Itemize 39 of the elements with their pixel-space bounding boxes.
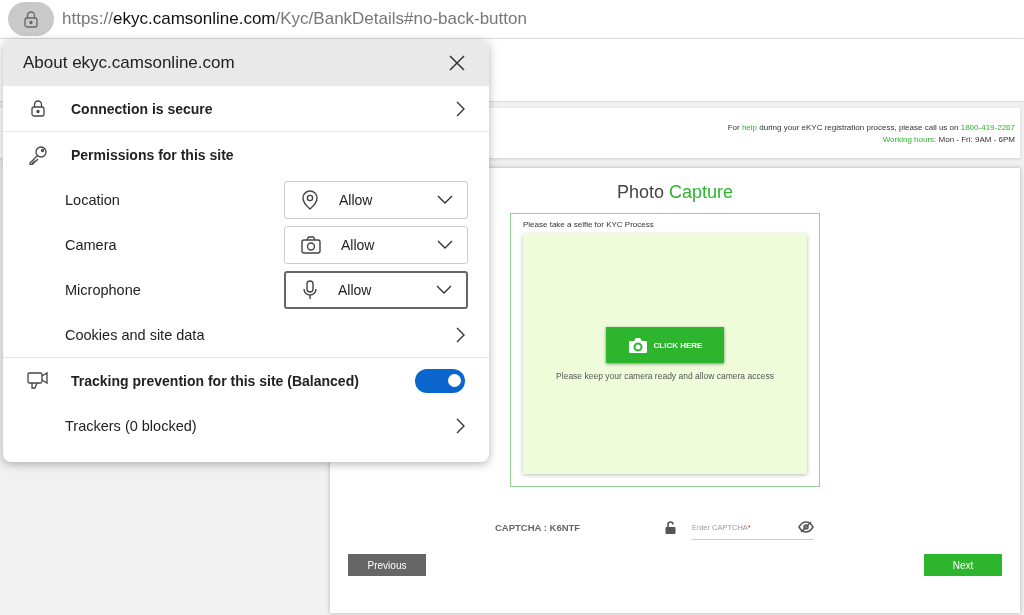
tracking-label: Tracking prevention for this site (Balanced) — [71, 372, 359, 389]
permission-label: Camera — [65, 236, 117, 253]
tracking-icon — [27, 370, 49, 391]
page-title: Photo Capture — [616, 182, 734, 203]
tracking-toggle[interactable] — [415, 368, 465, 393]
permission-dropdown[interactable]: Allow — [284, 180, 468, 219]
chevron-right-icon — [456, 326, 465, 343]
address-field[interactable]: https://ekyc.camsonline.com/Kyc/BankDetails#no-back-button — [62, 9, 527, 29]
trackers-row[interactable]: Trackers (0 blocked) — [3, 403, 489, 448]
location-pin-icon — [301, 189, 319, 210]
chevron-right-icon — [456, 100, 465, 117]
connection-row[interactable]: Connection is secure — [3, 86, 489, 131]
chevron-down-icon — [437, 195, 453, 204]
previous-button[interactable]: Previous — [348, 554, 426, 576]
chevron-down-icon — [437, 240, 453, 249]
site-info-button[interactable] — [8, 2, 54, 36]
key-icon — [27, 144, 49, 165]
microphone-icon — [302, 279, 318, 300]
instruction-text: Please take a selfie for KYC Process — [523, 220, 655, 229]
permission-dropdown[interactable]: Allow — [284, 270, 468, 309]
working-hours: Working hours: Mon - Fri: 9AM - 6PM — [882, 134, 1015, 144]
permissions-heading: Permissions for this site — [71, 146, 234, 163]
camera-icon — [301, 235, 321, 254]
lock-icon — [24, 10, 38, 28]
close-button[interactable] — [449, 55, 465, 71]
camera-icon — [627, 336, 648, 354]
chevron-right-icon — [456, 417, 465, 434]
permission-label: Location — [65, 191, 120, 208]
unlock-icon — [665, 521, 676, 534]
permission-dropdown[interactable]: Allow — [284, 225, 468, 264]
cookies-row[interactable]: Cookies and site data — [3, 312, 489, 357]
chevron-down-icon — [436, 285, 452, 294]
camera-hint: Please keep your camera ready and allow camera access — [556, 371, 774, 381]
captcha-code: CAPTCHA : K6NTF — [495, 522, 582, 533]
eye-slash-icon[interactable] — [798, 521, 814, 533]
help-text: For help during your eKYC registration process, please call us on 1800-419-2267 — [727, 122, 1015, 132]
connection-label: Connection is secure — [71, 100, 213, 117]
popup-title: About ekyc.camsonline.com — [23, 53, 235, 73]
permission-label: Microphone — [65, 281, 141, 298]
